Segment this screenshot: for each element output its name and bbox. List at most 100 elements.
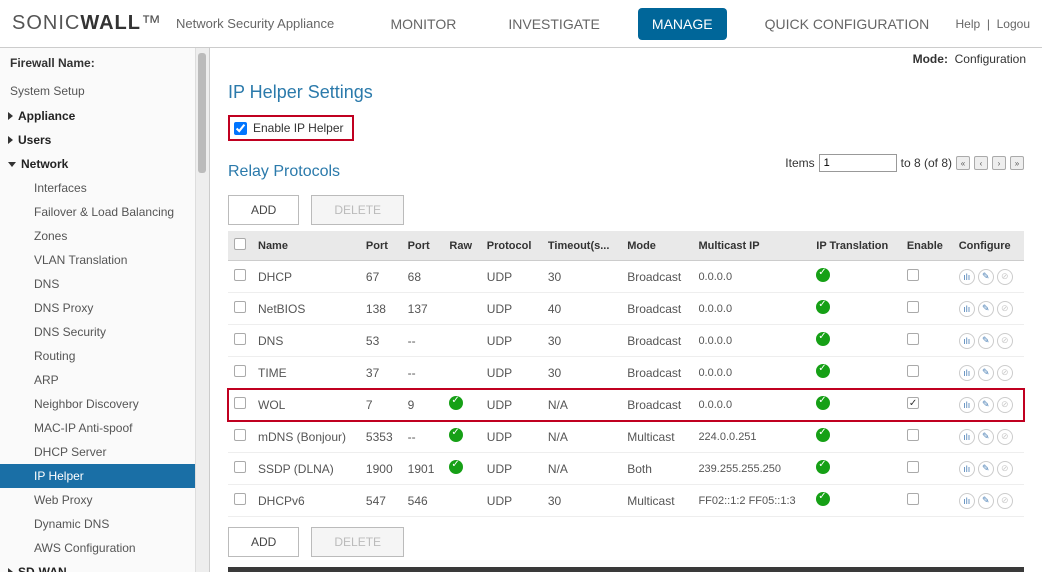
page-prev-icon[interactable]: ‹ [974, 156, 988, 170]
delete-button-bottom[interactable]: DELETE [311, 527, 404, 557]
cell-timeout: 30 [542, 485, 621, 517]
edit-icon[interactable]: ✎ [978, 397, 994, 413]
delete-icon[interactable]: ⊘ [997, 429, 1013, 445]
sidebar-item-dns[interactable]: DNS [0, 272, 195, 296]
stats-icon[interactable]: ılı [959, 397, 975, 413]
stats-icon[interactable]: ılı [959, 333, 975, 349]
nav-investigate[interactable]: INVESTIGATE [494, 8, 614, 40]
add-button-bottom[interactable]: ADD [228, 527, 299, 557]
sidebar-item-vlan[interactable]: VLAN Translation [0, 248, 195, 272]
check-icon [449, 460, 463, 474]
sidebar-users[interactable]: Users [0, 128, 195, 152]
delete-icon[interactable]: ⊘ [997, 269, 1013, 285]
sidebar-item-mac-ip-antispoof[interactable]: MAC-IP Anti-spoof [0, 416, 195, 440]
row-checkbox[interactable] [234, 301, 246, 313]
cell-port2: 137 [402, 293, 444, 325]
sidebar-item-interfaces[interactable]: Interfaces [0, 176, 195, 200]
edit-icon[interactable]: ✎ [978, 301, 994, 317]
enable-checkbox[interactable] [907, 461, 919, 473]
edit-icon[interactable]: ✎ [978, 365, 994, 381]
edit-icon[interactable]: ✎ [978, 429, 994, 445]
stats-icon[interactable]: ılı [959, 269, 975, 285]
enable-checkbox[interactable] [907, 397, 919, 409]
enable-checkbox[interactable] [907, 493, 919, 505]
delete-icon[interactable]: ⊘ [997, 493, 1013, 509]
delete-icon[interactable]: ⊘ [997, 365, 1013, 381]
sidebar-item-dhcp-server[interactable]: DHCP Server [0, 440, 195, 464]
cell-name: DHCPv6 [252, 485, 360, 517]
sidebar-scrollbar[interactable] [195, 48, 209, 572]
nav-quick-config[interactable]: QUICK CONFIGURATION [751, 8, 944, 40]
sidebar-item-zones[interactable]: Zones [0, 224, 195, 248]
cell-mode: Broadcast [621, 293, 692, 325]
enable-checkbox[interactable] [907, 365, 919, 377]
sidebar-item-ip-helper[interactable]: IP Helper [0, 464, 195, 488]
table-header-row: Name Port Port Raw Protocol Timeout(s...… [228, 231, 1024, 261]
select-all-checkbox[interactable] [234, 238, 246, 250]
cell-port2: 1901 [402, 453, 444, 485]
cell-timeout: N/A [542, 421, 621, 453]
stats-icon[interactable]: ılı [959, 493, 975, 509]
sidebar-item-neighbor-discovery[interactable]: Neighbor Discovery [0, 392, 195, 416]
row-checkbox[interactable] [234, 429, 246, 441]
page-title: IP Helper Settings [228, 82, 1024, 103]
logout-link[interactable]: Logou [997, 17, 1030, 31]
cell-timeout: N/A [542, 389, 621, 421]
sidebar-item-dns-proxy[interactable]: DNS Proxy [0, 296, 195, 320]
enable-checkbox[interactable] [907, 333, 919, 345]
edit-icon[interactable]: ✎ [978, 493, 994, 509]
cell-protocol: UDP [481, 261, 542, 293]
scroll-thumb[interactable] [198, 53, 206, 173]
sidebar-item-dynamic-dns[interactable]: Dynamic DNS [0, 512, 195, 536]
page-next-icon[interactable]: › [992, 156, 1006, 170]
cell-mode: Broadcast [621, 389, 692, 421]
cell-raw [443, 293, 480, 325]
sidebar-item-aws-config[interactable]: AWS Configuration [0, 536, 195, 560]
enable-checkbox[interactable] [907, 301, 919, 313]
cell-name: SSDP (DLNA) [252, 453, 360, 485]
sidebar-item-arp[interactable]: ARP [0, 368, 195, 392]
nav-monitor[interactable]: MONITOR [377, 8, 471, 40]
stats-icon[interactable]: ılı [959, 365, 975, 381]
delete-icon[interactable]: ⊘ [997, 301, 1013, 317]
page-last-icon[interactable]: » [1010, 156, 1024, 170]
cell-name: TIME [252, 357, 360, 389]
edit-icon[interactable]: ✎ [978, 333, 994, 349]
cell-port2: -- [402, 357, 444, 389]
edit-icon[interactable]: ✎ [978, 461, 994, 477]
delete-icon[interactable]: ⊘ [997, 461, 1013, 477]
items-input[interactable] [819, 154, 897, 172]
enable-checkbox[interactable] [907, 269, 919, 281]
check-icon [816, 396, 830, 410]
cell-ip-translation [810, 357, 901, 389]
sidebar-item-web-proxy[interactable]: Web Proxy [0, 488, 195, 512]
row-checkbox[interactable] [234, 365, 246, 377]
help-link[interactable]: Help [955, 17, 980, 31]
stats-icon[interactable]: ılı [959, 429, 975, 445]
enable-ip-helper-input[interactable] [234, 122, 247, 135]
row-checkbox[interactable] [234, 493, 246, 505]
delete-icon[interactable]: ⊘ [997, 397, 1013, 413]
stats-icon[interactable]: ılı [959, 301, 975, 317]
row-checkbox[interactable] [234, 333, 246, 345]
delete-button-top[interactable]: DELETE [311, 195, 404, 225]
row-checkbox[interactable] [234, 397, 246, 409]
sidebar-item-dns-security[interactable]: DNS Security [0, 320, 195, 344]
table-row: WOL79UDPN/ABroadcast0.0.0.0ılı✎⊘ [228, 389, 1024, 421]
sidebar-network[interactable]: Network [0, 152, 195, 176]
stats-icon[interactable]: ılı [959, 461, 975, 477]
sidebar-appliance[interactable]: Appliance [0, 104, 195, 128]
delete-icon[interactable]: ⊘ [997, 333, 1013, 349]
row-checkbox[interactable] [234, 461, 246, 473]
sidebar-item-failover[interactable]: Failover & Load Balancing [0, 200, 195, 224]
sidebar-item-routing[interactable]: Routing [0, 344, 195, 368]
enable-checkbox[interactable] [907, 429, 919, 441]
page-first-icon[interactable]: « [956, 156, 970, 170]
sidebar-sdwan[interactable]: SD-WAN [0, 560, 195, 572]
enable-ip-helper-checkbox[interactable]: Enable IP Helper [228, 115, 354, 141]
edit-icon[interactable]: ✎ [978, 269, 994, 285]
row-checkbox[interactable] [234, 269, 246, 281]
add-button-top[interactable]: ADD [228, 195, 299, 225]
table-row: TIME37--UDP30Broadcast0.0.0.0ılı✎⊘ [228, 357, 1024, 389]
nav-manage[interactable]: MANAGE [638, 8, 727, 40]
